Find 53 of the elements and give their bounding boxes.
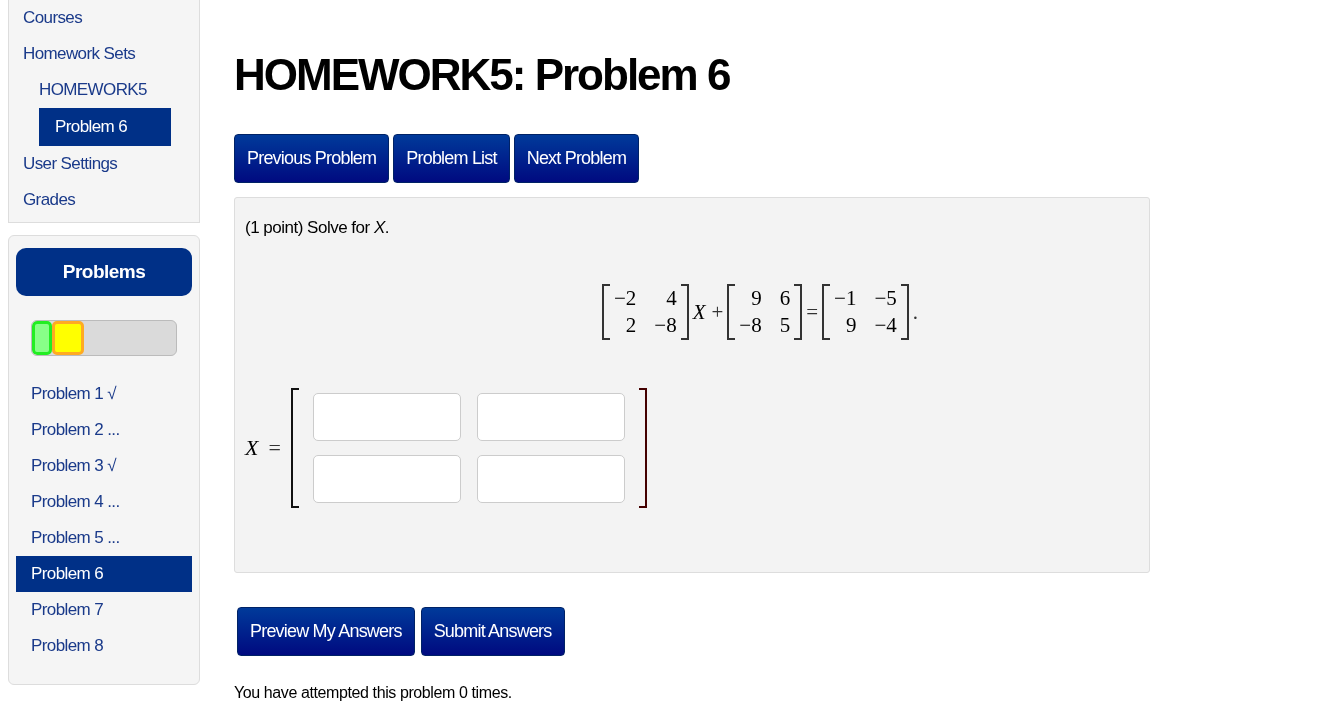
matrix-entry: −5 (874, 286, 897, 311)
bracket-icon (638, 388, 647, 508)
bracket-icon (680, 284, 689, 340)
problem-link[interactable]: Problem 5 ... (16, 520, 192, 556)
math-variable: X (692, 299, 706, 325)
answer-field[interactable] (476, 455, 625, 503)
problem-link[interactable]: Problem 7 (16, 592, 192, 628)
bracket-icon (290, 388, 299, 508)
problem-link[interactable]: Problem 6 (16, 556, 192, 592)
bracket-icon (602, 284, 610, 340)
answer-field[interactable] (312, 393, 461, 441)
math-operator: = (806, 299, 819, 325)
nav-link[interactable]: Courses (23, 0, 83, 36)
matrix-entry: −8 (654, 313, 677, 338)
nav-link[interactable]: User Settings (23, 146, 118, 182)
matrix-entry: 9 (750, 286, 762, 311)
matrix-entry: −2 (614, 286, 637, 311)
submit-button[interactable]: Submit Answers (420, 607, 565, 656)
answer-field[interactable] (312, 455, 461, 503)
nav-link[interactable]: Problem 6 (39, 108, 171, 146)
matrix-entry: 2 (624, 313, 637, 338)
bracket-icon (822, 284, 831, 340)
answer-field[interactable] (476, 393, 625, 441)
matrix-entry: 4 (665, 286, 677, 311)
matrix-entry: 6 (779, 286, 791, 311)
nav-link[interactable]: Grades (23, 182, 76, 218)
nav-button[interactable]: Next Problem (513, 134, 640, 183)
panel-title: Problems (16, 248, 192, 296)
math-operator: . (912, 299, 918, 325)
bracket-icon (727, 284, 736, 340)
matrix-entry: −4 (874, 313, 897, 338)
problem-prompt: (1 point) Solve for X. (245, 218, 390, 238)
nav-button[interactable]: Problem List (393, 134, 510, 183)
bracket-icon (900, 284, 909, 340)
bracket-icon (794, 284, 803, 340)
problem-link[interactable]: Problem 3 √ (16, 448, 192, 484)
math-operator: + (711, 299, 724, 325)
page-title: HOMEWORK5: Problem 6 (234, 50, 731, 100)
nav-link[interactable]: HOMEWORK5 (39, 72, 147, 108)
attempts-text: You have attempted this problem 0 times. (234, 684, 513, 702)
math-variable: X (245, 435, 259, 461)
nav-link[interactable]: Homework Sets (23, 36, 136, 72)
problem-link[interactable]: Problem 2 ... (16, 412, 192, 448)
problem-link[interactable]: Problem 8 (16, 628, 192, 664)
problem-link[interactable]: Problem 4 ... (16, 484, 192, 520)
matrix-entry: −1 (834, 286, 857, 311)
matrix-entry: 5 (779, 313, 791, 338)
nav-button[interactable]: Previous Problem (234, 134, 390, 183)
submit-button[interactable]: Preview My Answers (237, 607, 415, 656)
matrix-entry: 9 (844, 313, 857, 338)
matrix-entry: −8 (739, 313, 762, 338)
math-operator: = (268, 435, 281, 461)
problem-link[interactable]: Problem 1 √ (16, 376, 192, 412)
